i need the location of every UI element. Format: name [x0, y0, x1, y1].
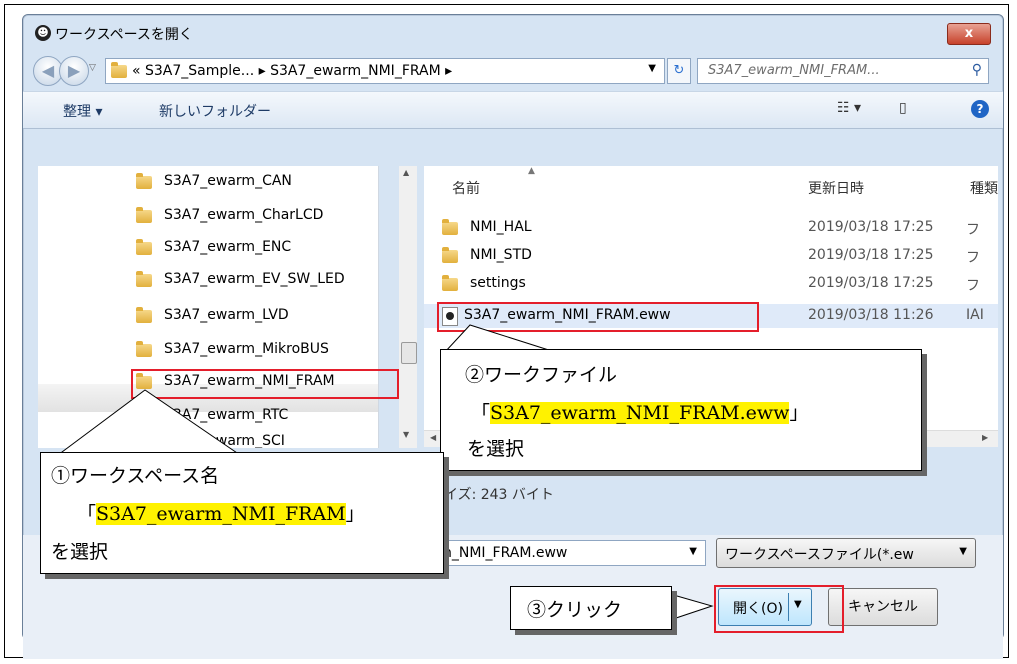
- callout-bracket: 「: [471, 402, 491, 424]
- callout-click: ③クリック: [510, 586, 672, 630]
- callout-line: ①ワークスペース名: [51, 465, 220, 487]
- callout-bracket: 「: [77, 503, 97, 525]
- callout-3-pointer: [669, 593, 714, 621]
- callout-line: 「S3A7_ewarm_NMI_FRAM」: [77, 499, 365, 526]
- callout-highlight-name: S3A7_ewarm_NMI_FRAM: [96, 503, 346, 525]
- callout-line: を選択: [51, 541, 109, 563]
- callout-line: ②ワークファイル: [465, 364, 618, 386]
- callout-workspace-name: ①ワークスペース名 「S3A7_ewarm_NMI_FRAM」 を選択: [40, 452, 444, 574]
- callout-bracket: 」: [789, 402, 809, 424]
- callout-line: 「S3A7_ewarm_NMI_FRAM.eww」: [471, 398, 808, 425]
- callout-work-file: ②ワークファイル 「S3A7_ewarm_NMI_FRAM.eww」 を選択: [440, 349, 922, 471]
- callout-line: ③クリック: [527, 599, 623, 621]
- callout-1-pointer: [56, 389, 242, 456]
- callout-2-pointer: [443, 324, 556, 353]
- callout-line: を選択: [467, 438, 525, 460]
- callout-bracket: 」: [345, 503, 365, 525]
- callout-highlight-name: S3A7_ewarm_NMI_FRAM.eww: [490, 402, 790, 424]
